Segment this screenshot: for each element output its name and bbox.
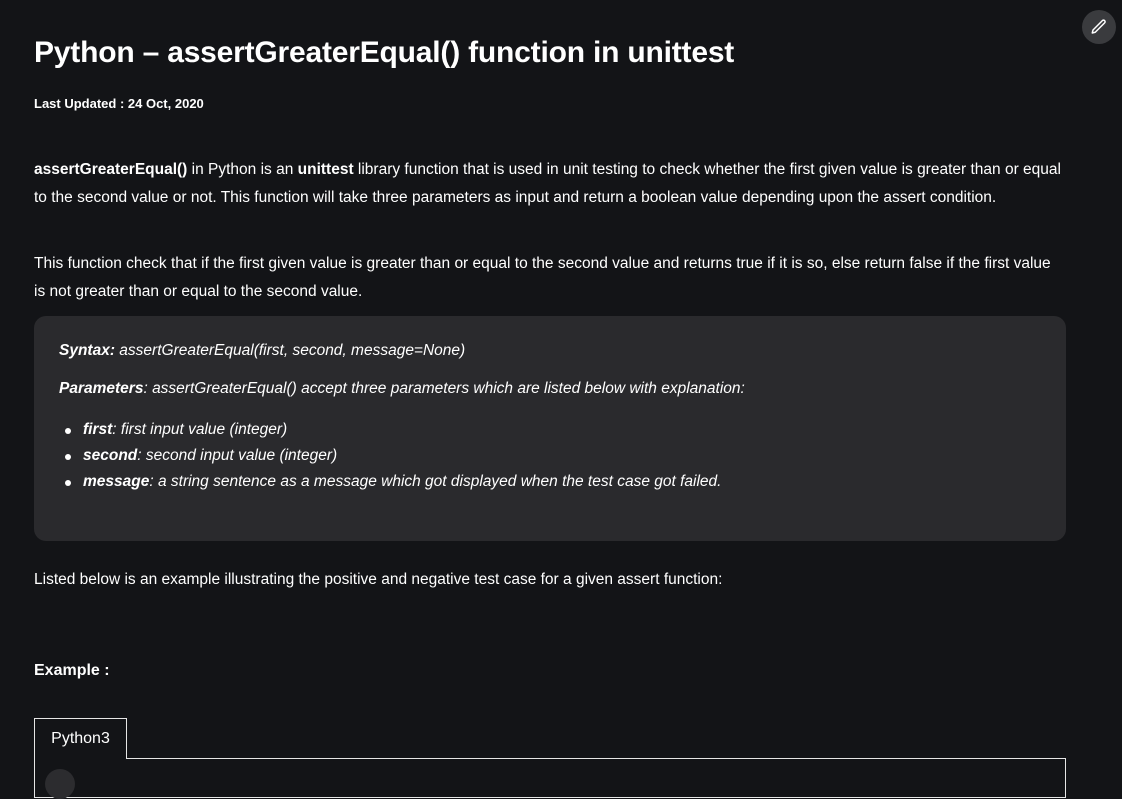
param-name: message <box>83 473 150 490</box>
page-title: Python – assertGreaterEqual() function i… <box>34 36 735 69</box>
parameters-value: : assertGreaterEqual() accept three para… <box>143 380 745 397</box>
param-name: first <box>83 421 113 438</box>
syntax-label: Syntax: <box>59 342 115 359</box>
intro-text-1: in Python is an <box>187 161 298 178</box>
run-icon[interactable] <box>45 769 75 799</box>
pencil-icon <box>1090 18 1108 36</box>
syntax-line: Syntax: assertGreaterEqual(first, second… <box>59 342 465 360</box>
example-intro-paragraph: Listed below is an example illustrating … <box>34 571 723 588</box>
list-item: first: first input value (integer) <box>59 417 721 443</box>
last-updated-date: Last Updated : 24 Oct, 2020 <box>34 96 204 111</box>
param-name: second <box>83 447 138 464</box>
param-desc: : second input value (integer) <box>137 447 338 464</box>
function-name: assertGreaterEqual() <box>34 161 188 178</box>
param-desc: : a string sentence as a message which g… <box>149 473 722 490</box>
syntax-value: assertGreaterEqual(first, second, messag… <box>115 342 466 359</box>
description-paragraph: This function check that if the first gi… <box>34 255 1051 300</box>
list-item: second: second input value (integer) <box>59 443 721 469</box>
parameters-line: Parameters: assertGreaterEqual() accept … <box>59 380 745 398</box>
library-name: unittest <box>297 161 354 178</box>
example-heading: Example : <box>34 662 110 679</box>
intro-paragraph: assertGreaterEqual() in Python is an uni… <box>34 156 1066 212</box>
bullet-icon <box>65 480 71 486</box>
bullet-icon <box>65 454 71 460</box>
list-item: message: a string sentence as a message … <box>59 469 721 495</box>
edit-button[interactable] <box>1082 10 1116 44</box>
tab-python3[interactable]: Python3 <box>34 718 127 759</box>
parameter-list: first: first input value (integer) secon… <box>59 417 721 495</box>
code-block <box>34 758 1066 799</box>
parameters-label: Parameters <box>59 380 144 397</box>
bullet-icon <box>65 428 71 434</box>
param-desc: : first input value (integer) <box>112 421 288 438</box>
